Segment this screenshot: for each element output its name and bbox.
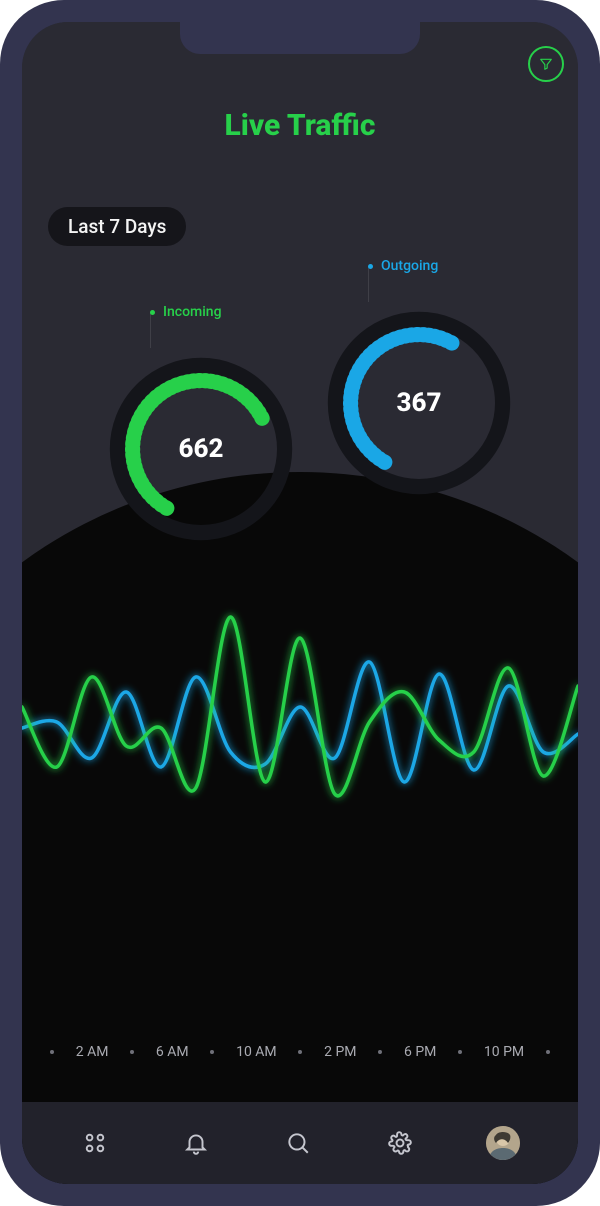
xaxis-tick: 10 PM: [484, 1044, 524, 1060]
nav-grid-button[interactable]: [80, 1128, 110, 1158]
xaxis-label: 10 PM: [484, 1044, 524, 1060]
xaxis-tick: 6 AM: [156, 1044, 189, 1060]
xaxis-dot: [298, 1050, 302, 1054]
xaxis-dot: [546, 1050, 550, 1054]
gauge-incoming-value: 662: [106, 354, 296, 544]
gauge-incoming-label: Incoming: [163, 304, 222, 320]
xaxis-label: 2 PM: [324, 1044, 356, 1060]
xaxis-label: 10 AM: [236, 1044, 277, 1060]
avatar-icon: [486, 1126, 520, 1160]
xaxis-label: 6 AM: [156, 1044, 189, 1060]
page-title: Live Traffic: [22, 108, 578, 143]
grid-icon: [82, 1130, 108, 1156]
xaxis-dot: [458, 1050, 462, 1054]
nav-avatar[interactable]: [486, 1126, 520, 1160]
gauge-outgoing-value: 367: [324, 308, 514, 498]
gauge-outgoing: Outgoing 367: [324, 308, 514, 498]
gauge-outgoing-label-wrap: Outgoing: [368, 258, 438, 274]
chart-xaxis: 2 AM 6 AM 10 AM 2 PM 6 PM 10 PM: [50, 1044, 550, 1060]
dot-icon: [150, 310, 155, 315]
search-icon: [285, 1130, 311, 1156]
filter-button[interactable]: [528, 46, 564, 82]
range-label: Last 7 Days: [68, 215, 166, 238]
xaxis-tick: 6 PM: [404, 1044, 436, 1060]
gear-icon: [387, 1130, 413, 1156]
phone-frame: Live Traffic Last 7 Days Incoming 662: [0, 0, 600, 1206]
xaxis-label: 2 AM: [76, 1044, 109, 1060]
xaxis-dot: [130, 1050, 134, 1054]
gauge-outgoing-label: Outgoing: [381, 258, 438, 274]
xaxis-dot: [378, 1050, 382, 1054]
app-root: Live Traffic Last 7 Days Incoming 662: [22, 22, 578, 1184]
bottom-nav: [22, 1102, 578, 1184]
line-series-outgoing: [22, 662, 578, 782]
xaxis-dot: [50, 1050, 54, 1054]
xaxis-tick: 2 AM: [76, 1044, 109, 1060]
nav-search-button[interactable]: [283, 1128, 313, 1158]
xaxis-tick: 2 PM: [324, 1044, 356, 1060]
filter-icon: [539, 57, 553, 71]
dot-icon: [368, 264, 373, 269]
xaxis-dot: [210, 1050, 214, 1054]
gauge-incoming-label-wrap: Incoming: [150, 304, 222, 320]
xaxis-label: 6 PM: [404, 1044, 436, 1060]
xaxis-tick: 10 AM: [236, 1044, 277, 1060]
nav-bell-button[interactable]: [181, 1128, 211, 1158]
line-chart-svg: [22, 572, 578, 872]
bell-icon: [183, 1130, 209, 1156]
phone-notch: [180, 22, 420, 54]
gauge-incoming: Incoming 662: [106, 354, 296, 544]
phone-screen: Live Traffic Last 7 Days Incoming 662: [22, 22, 578, 1184]
range-pill[interactable]: Last 7 Days: [48, 207, 186, 246]
nav-settings-button[interactable]: [385, 1128, 415, 1158]
line-chart: [22, 572, 578, 872]
